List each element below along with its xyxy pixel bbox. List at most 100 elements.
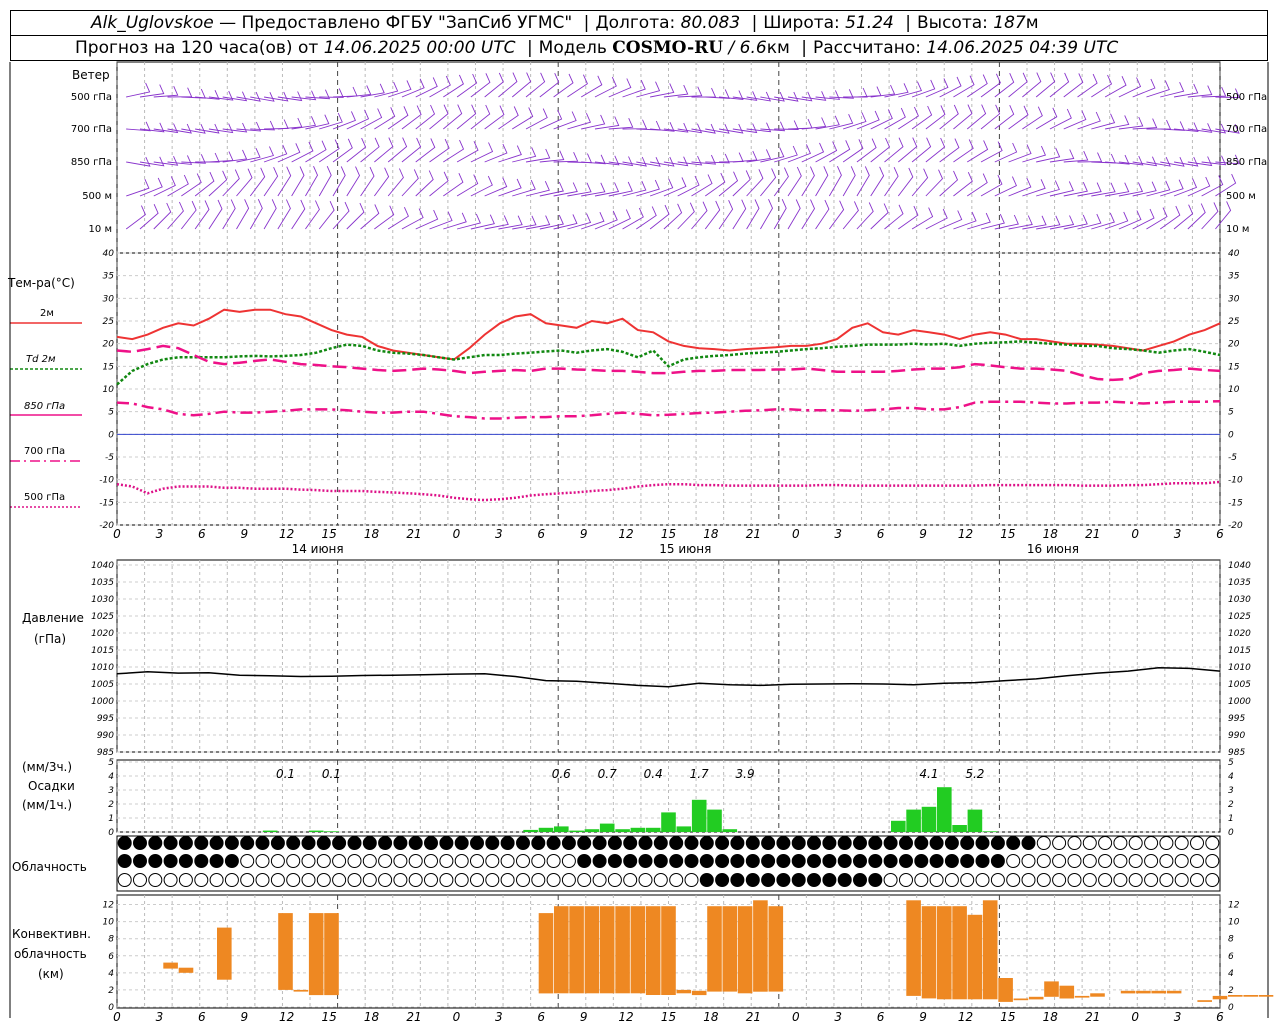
- precip-total-label: 3.9: [736, 767, 755, 781]
- cloud-symbol: [516, 854, 530, 868]
- conv-bar: [1166, 990, 1182, 994]
- precip-bars: 0.1 0.1 0.6 0.7 0.4 1.7 3.9 4.1 5.2: [262, 767, 998, 832]
- wind-barb: [1022, 106, 1043, 130]
- precip-bar: [615, 829, 630, 832]
- precip-total-label: 0.4: [644, 767, 663, 781]
- cloud-symbol: [163, 873, 178, 887]
- wind-barb: [787, 118, 813, 130]
- cloud-symbol: [745, 854, 760, 868]
- cloud-symbol: [1021, 854, 1036, 868]
- cloud-symbol: [975, 854, 990, 868]
- temp-tick-left: 20: [103, 340, 115, 350]
- wind-barb: [650, 83, 675, 98]
- wind-barb: [1035, 107, 1058, 130]
- precip-bar: [554, 826, 569, 832]
- precip-total-label: 0.1: [322, 767, 341, 781]
- wind-barb: [512, 179, 536, 197]
- cloud-symbol: [454, 836, 469, 850]
- cloud-symbol: [607, 854, 622, 868]
- hour-tick-top: 15: [661, 527, 676, 541]
- wind-barb: [249, 199, 263, 230]
- wind-barb: [264, 119, 289, 130]
- cloud-symbol: [990, 854, 1005, 868]
- wind-barb: [1049, 181, 1074, 197]
- precip-tick-left: 2: [108, 800, 114, 810]
- wind-barb: [953, 75, 975, 98]
- precip-bar: [324, 831, 339, 832]
- temp-line-0: [116, 308, 1221, 361]
- wind-barb: [801, 166, 815, 197]
- temp-label: Тем-ра(°C): [7, 276, 75, 290]
- precip-bar: [661, 812, 676, 832]
- cloud-symbol: [853, 836, 867, 850]
- wind-barb: [746, 169, 764, 197]
- precip-tick-left: 0: [108, 828, 114, 838]
- wind-barb: [208, 151, 234, 163]
- cloud-symbol: [117, 836, 132, 850]
- hour-tick-bottom: 3: [156, 1010, 164, 1024]
- wind-barb: [470, 214, 495, 230]
- conv-bar: [921, 906, 937, 999]
- cloud-symbol: [822, 836, 837, 850]
- conv-bar: [1028, 996, 1044, 1000]
- wind-label: Ветер: [72, 68, 110, 82]
- wind-barb: [153, 86, 179, 98]
- wind-barb: [512, 215, 537, 230]
- cloud-symbol: [944, 836, 959, 850]
- cloud-symbol: [960, 854, 975, 868]
- precip-tick-right: 3: [1228, 786, 1234, 796]
- conv-bar: [722, 906, 738, 992]
- press-tick-right: 985: [1228, 748, 1245, 758]
- meteogram: Ветер Тем-ра(°C) Давление (гПа) (мм/3ч.)…: [7, 61, 1274, 1024]
- wind-barb: [1049, 215, 1075, 230]
- conv-bar: [937, 906, 952, 1000]
- cloud-symbol: [1128, 854, 1143, 868]
- conv-bar: [163, 962, 178, 969]
- legend-t850: 850 гПа: [24, 401, 65, 412]
- wind-barb: [870, 84, 896, 98]
- cloud-symbol: [240, 873, 255, 887]
- wind-barb: [732, 123, 758, 134]
- wind-barb: [167, 155, 193, 165]
- cloud-symbol: [577, 873, 592, 887]
- cloud-symbol: [699, 854, 714, 868]
- cloud-symbol: [607, 873, 622, 887]
- cloud-symbol: [301, 836, 316, 850]
- cloud-symbol: [117, 873, 132, 887]
- cloud-symbol: [194, 836, 209, 850]
- hour-tick-bottom: 12: [618, 1010, 633, 1024]
- cloud-symbol: [699, 873, 714, 887]
- wind-barb: [415, 170, 434, 197]
- cloud-symbol: [684, 873, 699, 887]
- conv-tick-right: 2: [1228, 986, 1234, 996]
- conv-bar: [768, 906, 784, 992]
- wind-barb: [939, 170, 959, 197]
- cloud-symbol: [791, 836, 806, 850]
- cloud-symbol: [761, 854, 776, 868]
- cloud-symbol: [822, 854, 837, 868]
- cloud-symbol: [638, 873, 653, 887]
- wind-barb: [305, 200, 320, 230]
- hour-tick-bottom: 21: [406, 1010, 421, 1024]
- cloud-symbol: [378, 873, 393, 887]
- wind-barb: [318, 139, 340, 163]
- wind-barb: [677, 202, 695, 230]
- cloud-symbol: [899, 854, 913, 868]
- wind-barb: [222, 149, 248, 163]
- wind-barb: [1091, 113, 1116, 130]
- wind-barb: [773, 199, 787, 230]
- cloud-symbol: [684, 836, 699, 850]
- hour-tick-top: 3: [1174, 527, 1182, 541]
- precip-total-label: 0.1: [276, 767, 295, 781]
- precip-bar: [569, 830, 584, 832]
- temp-tick-right: -10: [1228, 476, 1243, 486]
- cloud-symbol: [1159, 873, 1174, 887]
- precip-total-label: 1.7: [690, 767, 709, 781]
- cloud-symbol: [837, 873, 852, 887]
- wind-barb: [608, 181, 633, 197]
- conv-bar: [584, 906, 600, 994]
- cloud-symbol: [148, 836, 163, 850]
- cloud-symbol: [255, 836, 270, 850]
- cloud-symbols: [117, 836, 1220, 887]
- press-tick-right: 1040: [1228, 561, 1251, 571]
